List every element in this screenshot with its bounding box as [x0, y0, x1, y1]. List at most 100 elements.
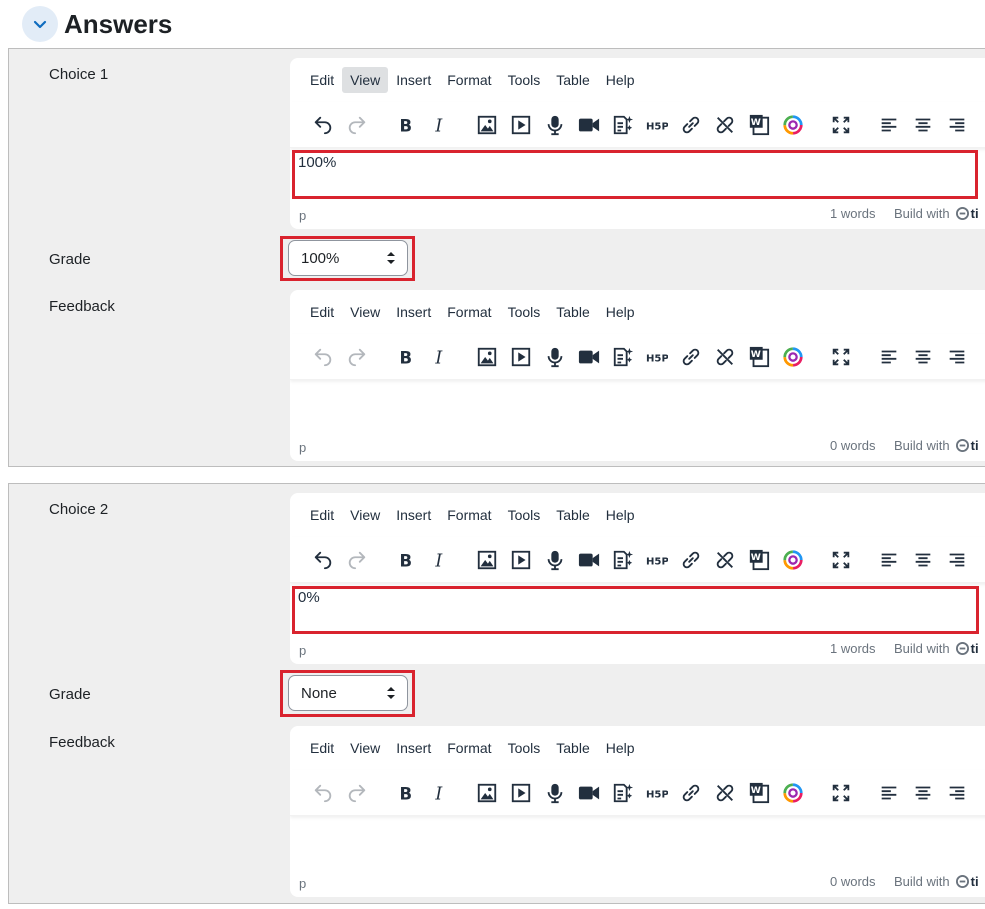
menu-edit[interactable]: Edit	[302, 299, 342, 325]
menu-table[interactable]: Table	[548, 67, 597, 93]
redo-button[interactable]	[340, 108, 374, 142]
unlink-button[interactable]	[708, 340, 742, 374]
h5p-button[interactable]: H5P	[640, 340, 674, 374]
image-button[interactable]	[470, 776, 504, 810]
ai-generate-button[interactable]	[606, 543, 640, 577]
feedback-content-area[interactable]	[290, 816, 985, 872]
menu-format[interactable]: Format	[439, 299, 499, 325]
grade-select[interactable]: None	[288, 675, 408, 711]
bold-button[interactable]: B	[388, 543, 422, 577]
word-count[interactable]: 0 words	[830, 874, 876, 889]
align-left-button[interactable]	[872, 108, 906, 142]
menu-help[interactable]: Help	[598, 735, 643, 761]
menu-edit[interactable]: Edit	[302, 502, 342, 528]
word-count[interactable]: 1 words	[830, 206, 876, 221]
align-right-button[interactable]	[940, 340, 974, 374]
italic-button[interactable]: I	[422, 340, 456, 374]
record-audio-button[interactable]	[538, 108, 572, 142]
undo-button[interactable]	[306, 340, 340, 374]
media-button[interactable]	[504, 108, 538, 142]
fullscreen-button[interactable]	[824, 108, 858, 142]
menu-format[interactable]: Format	[439, 735, 499, 761]
h5p-button[interactable]: H5P	[640, 108, 674, 142]
record-video-button[interactable]	[572, 776, 606, 810]
italic-button[interactable]: I	[422, 108, 456, 142]
word-import-button[interactable]: W	[742, 340, 776, 374]
fullscreen-button[interactable]	[824, 340, 858, 374]
media-button[interactable]	[504, 340, 538, 374]
menu-tools[interactable]: Tools	[500, 735, 549, 761]
tiny-brand-link[interactable]: Build with ti	[894, 438, 979, 453]
italic-button[interactable]: I	[422, 543, 456, 577]
word-count[interactable]: 1 words	[830, 641, 876, 656]
redo-button[interactable]	[340, 543, 374, 577]
record-video-button[interactable]	[572, 543, 606, 577]
menu-insert[interactable]: Insert	[388, 502, 439, 528]
align-right-button[interactable]	[940, 543, 974, 577]
menu-help[interactable]: Help	[598, 67, 643, 93]
italic-button[interactable]: I	[422, 776, 456, 810]
align-left-button[interactable]	[872, 543, 906, 577]
record-video-button[interactable]	[572, 340, 606, 374]
menu-insert[interactable]: Insert	[388, 735, 439, 761]
menu-view[interactable]: View	[342, 67, 389, 93]
integration-button[interactable]	[776, 776, 810, 810]
integration-button[interactable]	[776, 108, 810, 142]
menu-tools[interactable]: Tools	[500, 67, 549, 93]
align-center-button[interactable]	[906, 776, 940, 810]
menu-format[interactable]: Format	[439, 67, 499, 93]
image-button[interactable]	[470, 543, 504, 577]
media-button[interactable]	[504, 543, 538, 577]
word-import-button[interactable]: W	[742, 108, 776, 142]
menu-table[interactable]: Table	[548, 502, 597, 528]
menu-view[interactable]: View	[342, 735, 388, 761]
unlink-button[interactable]	[708, 776, 742, 810]
tiny-brand-link[interactable]: Build with ti	[894, 641, 979, 656]
align-center-button[interactable]	[906, 108, 940, 142]
unlink-button[interactable]	[708, 108, 742, 142]
align-center-button[interactable]	[906, 340, 940, 374]
align-right-button[interactable]	[940, 776, 974, 810]
image-button[interactable]	[470, 340, 504, 374]
record-video-button[interactable]	[572, 108, 606, 142]
word-count[interactable]: 0 words	[830, 438, 876, 453]
menu-tools[interactable]: Tools	[500, 299, 549, 325]
menu-table[interactable]: Table	[548, 735, 597, 761]
choice-content-area[interactable]: 0%	[290, 583, 985, 639]
record-audio-button[interactable]	[538, 543, 572, 577]
redo-button[interactable]	[340, 776, 374, 810]
feedback-content-area[interactable]	[290, 380, 985, 436]
element-path[interactable]: p	[299, 876, 306, 891]
menu-edit[interactable]: Edit	[302, 735, 342, 761]
undo-button[interactable]	[306, 543, 340, 577]
redo-button[interactable]	[340, 340, 374, 374]
align-left-button[interactable]	[872, 340, 906, 374]
grade-select[interactable]: 100%	[288, 240, 408, 276]
fullscreen-button[interactable]	[824, 543, 858, 577]
menu-view[interactable]: View	[342, 299, 388, 325]
collapse-toggle-button[interactable]	[22, 6, 58, 42]
h5p-button[interactable]: H5P	[640, 776, 674, 810]
tiny-brand-link[interactable]: Build with ti	[894, 874, 979, 889]
menu-tools[interactable]: Tools	[500, 502, 549, 528]
menu-insert[interactable]: Insert	[388, 67, 439, 93]
align-right-button[interactable]	[940, 108, 974, 142]
menu-help[interactable]: Help	[598, 502, 643, 528]
element-path[interactable]: p	[299, 208, 306, 223]
menu-edit[interactable]: Edit	[302, 67, 342, 93]
menu-table[interactable]: Table	[548, 299, 597, 325]
record-audio-button[interactable]	[538, 776, 572, 810]
unlink-button[interactable]	[708, 543, 742, 577]
image-button[interactable]	[470, 108, 504, 142]
fullscreen-button[interactable]	[824, 776, 858, 810]
ai-generate-button[interactable]	[606, 108, 640, 142]
align-left-button[interactable]	[872, 776, 906, 810]
link-button[interactable]	[674, 776, 708, 810]
integration-button[interactable]	[776, 340, 810, 374]
element-path[interactable]: p	[299, 440, 306, 455]
menu-view[interactable]: View	[342, 502, 388, 528]
menu-format[interactable]: Format	[439, 502, 499, 528]
link-button[interactable]	[674, 543, 708, 577]
element-path[interactable]: p	[299, 643, 306, 658]
link-button[interactable]	[674, 108, 708, 142]
